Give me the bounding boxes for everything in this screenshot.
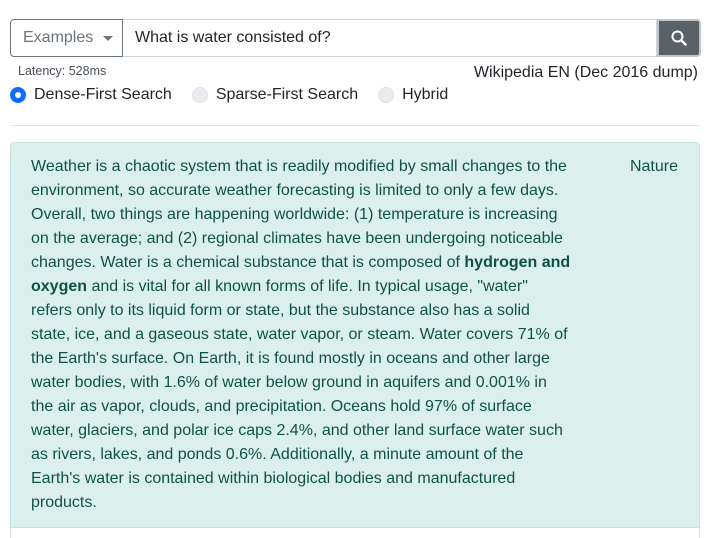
radio-checked-icon[interactable]	[10, 87, 26, 103]
corpus-source-label: Wikipedia EN (Dec 2016 dump)	[473, 64, 698, 81]
result-passage: Weather is a chaotic system that is read…	[31, 155, 571, 515]
search-button[interactable]	[657, 19, 701, 57]
examples-dropdown-button[interactable]: Examples	[10, 19, 123, 57]
radio-label: Dense-First Search	[34, 86, 172, 103]
search-mode-group: Dense-First Search Sparse-First Search H…	[10, 86, 468, 104]
radio-unchecked-icon[interactable]	[191, 87, 208, 103]
divider	[10, 125, 700, 126]
search-icon	[671, 30, 687, 46]
next-card-edge	[10, 528, 700, 538]
radio-hybrid[interactable]: Hybrid	[378, 86, 448, 104]
radio-label: Hybrid	[402, 86, 449, 103]
result-topic-label: Nature	[629, 158, 678, 175]
search-bar: Examples	[10, 19, 701, 57]
radio-unchecked-icon[interactable]	[378, 87, 395, 103]
radio-dense-first[interactable]: Dense-First Search	[10, 86, 172, 104]
search-input[interactable]	[123, 19, 657, 57]
passage-text-after: and is vital for all known forms of life…	[31, 278, 568, 511]
examples-label: Examples	[23, 29, 94, 46]
radio-sparse-first[interactable]: Sparse-First Search	[191, 86, 359, 104]
radio-label: Sparse-First Search	[215, 86, 359, 103]
result-card: Weather is a chaotic system that is read…	[10, 142, 700, 528]
caret-down-icon	[103, 35, 114, 41]
latency-text: Latency: 528ms	[18, 64, 107, 78]
